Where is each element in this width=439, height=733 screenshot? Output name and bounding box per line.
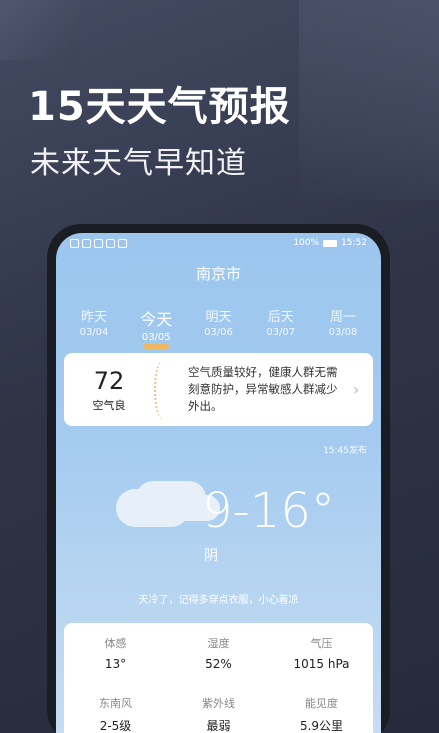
tab-tomorrow[interactable]: 明天 03/06 (191, 306, 247, 349)
phone-frame: 100% 15:52 南京市 昨天 03/04 今天 03/05 明天 03/0… (47, 224, 390, 733)
background-shape (299, 0, 439, 200)
air-quality-card[interactable]: 72 空气良 空气质量较好，健康人群无需刻意防护，异常敏感人群减少外出。 › (64, 353, 373, 426)
detail-value: 5.9公里 (299, 719, 344, 733)
tab-day-after[interactable]: 后天 03/07 (253, 306, 309, 349)
weather-tip: 天冷了，记得多穿点衣服，小心着凉 (138, 595, 299, 606)
detail-feels-like: 体感 13° (64, 627, 167, 687)
day-date: 03/07 (266, 327, 296, 338)
temperature-range: 9-16° (202, 483, 335, 539)
day-name: 周一 (329, 310, 356, 325)
detail-label: 能见度 (305, 697, 338, 710)
active-tab-indicator (143, 344, 170, 349)
day-tabs: 昨天 03/04 今天 03/05 明天 03/06 后天 03/07 周一 0… (56, 306, 381, 349)
publish-time: 15:45发布 (323, 446, 367, 456)
day-name: 今天 (140, 310, 173, 329)
day-date: 03/04 (79, 327, 109, 338)
detail-label: 气压 (310, 637, 333, 650)
detail-label: 体感 (104, 637, 127, 650)
day-name: 昨天 (80, 310, 107, 325)
detail-wind: 东南风 2-5级 (64, 687, 167, 733)
chevron-right-icon: › (353, 380, 360, 399)
detail-visibility: 能见度 5.9公里 (270, 687, 373, 733)
clock: 15:52 (341, 238, 367, 248)
detail-value: 13° (104, 657, 127, 671)
status-bar: 100% 15:52 (56, 233, 381, 253)
tab-monday[interactable]: 周一 03/08 (315, 306, 371, 349)
day-date: 03/08 (328, 327, 358, 338)
detail-value: 1015 hPa (293, 657, 350, 671)
status-icons (70, 238, 127, 248)
notification-icon (70, 238, 79, 248)
day-date: 03/06 (204, 327, 233, 338)
wifi-icon (82, 238, 91, 248)
aqi-value: 72 (93, 366, 125, 395)
detail-value: 最弱 (206, 719, 231, 733)
city-name[interactable]: 南京市 (56, 263, 381, 284)
detail-pressure: 气压 1015 hPa (270, 627, 373, 687)
detail-value: 2-5级 (99, 719, 132, 733)
aqi-summary: 72 空气良 (64, 367, 154, 413)
battery-icon (323, 239, 338, 247)
phone-screen: 100% 15:52 南京市 昨天 03/04 今天 03/05 明天 03/0… (56, 233, 381, 733)
day-name: 明天 (205, 310, 232, 325)
aqi-description: 空气质量较好，健康人群无需刻意防护，异常敏感人群减少外出。 (188, 365, 338, 413)
detail-humidity: 湿度 52% (167, 627, 270, 687)
image-icon (106, 238, 115, 248)
tab-yesterday[interactable]: 昨天 03/04 (66, 306, 122, 349)
detail-label: 湿度 (207, 637, 230, 650)
day-name: 后天 (267, 310, 294, 325)
cloud-icon (94, 238, 103, 248)
detail-label: 紫外线 (202, 697, 235, 710)
aqi-gauge-icon (154, 359, 172, 420)
day-date: 03/05 (141, 332, 171, 343)
detail-label: 东南风 (99, 697, 132, 710)
tab-today[interactable]: 今天 03/05 (128, 306, 184, 349)
cloudy-weather-icon (116, 489, 190, 527)
status-right: 100% 15:52 (293, 238, 367, 248)
detail-value: 52% (205, 657, 232, 671)
promo-title: 15天天气预报 (28, 84, 291, 130)
aqi-label: 空气良 (92, 398, 126, 412)
background-shape (0, 0, 80, 60)
promo-subtitle: 未来天气早知道 (30, 146, 247, 181)
battery-percent: 100% (293, 238, 320, 248)
app-icon (118, 238, 127, 248)
detail-uv: 紫外线 最弱 (167, 687, 270, 733)
weather-details-card: 体感 13° 湿度 52% 气压 1015 hPa 东南风 2-5级 紫外线 最… (64, 623, 373, 733)
weather-condition: 阴 (204, 548, 218, 564)
